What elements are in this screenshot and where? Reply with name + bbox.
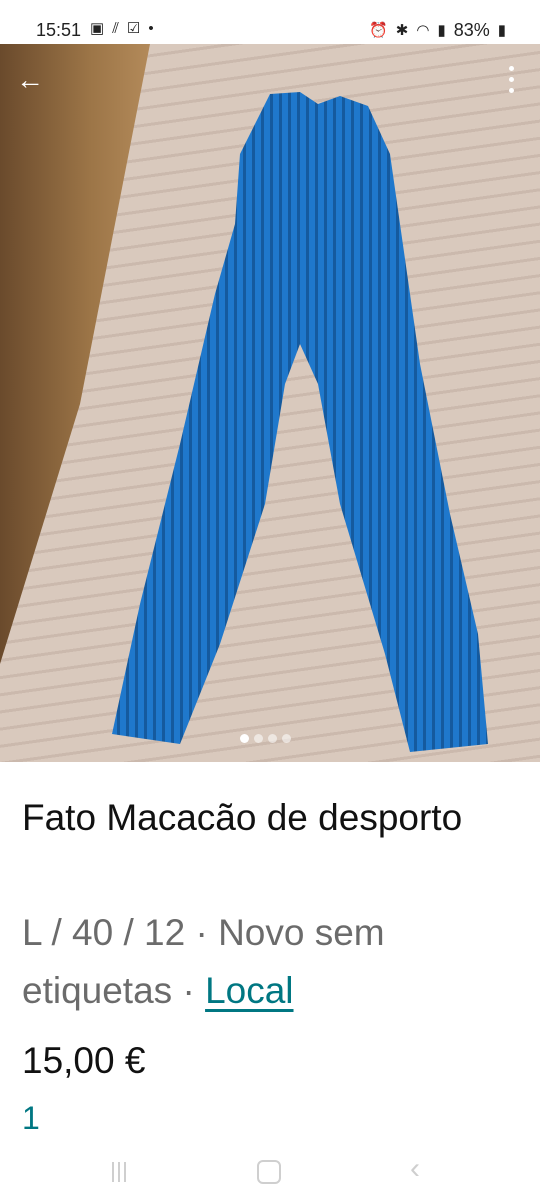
more-options-icon[interactable] [506,66,516,96]
alarm-icon: ⏰ [369,21,388,39]
gallery-dot [282,734,291,743]
checkbox-icon: ☑ [126,20,141,37]
nav-back-icon[interactable]: ‹ [410,1154,420,1184]
gallery-indicator [240,734,291,743]
wifi-icon: ◠ [416,21,430,39]
listing-count[interactable]: 1 [22,1100,40,1137]
battery-icon: ▮ [497,21,506,39]
cast-icon: ⫽ [112,20,119,37]
gallery-dot [254,734,263,743]
location-link[interactable]: Local [205,970,293,1011]
battery-percentage: 83% [453,20,490,40]
status-notification-icons: ▣ ⫽ ☑ • [90,20,154,38]
image-icon: ▣ [90,20,105,37]
signal-icon: ▮ [437,21,446,39]
dot-icon: • [148,20,154,37]
gallery-dot [268,734,277,743]
recent-apps-icon[interactable] [108,1162,130,1182]
home-icon[interactable] [257,1160,281,1184]
status-bar: 15:51 ▣ ⫽ ☑ • ⏰ ✱ ◠ ▮ 83% ▮ [0,0,540,44]
listing-attributes: L / 40 / 12 · Novo sem etiquetas · [22,912,385,1011]
status-system-icons: ⏰ ✱ ◠ ▮ 83% ▮ [369,20,506,41]
listing-details: L / 40 / 12 · Novo sem etiquetas · Local [22,904,522,1020]
gallery-dot [240,734,249,743]
listing-title: Fato Macacão de desporto [22,797,463,838]
back-arrow-icon[interactable]: ← [16,66,44,94]
product-photo[interactable]: ← [0,44,540,762]
system-nav-bar: ‹ [0,1150,540,1200]
jumpsuit-image [112,92,488,752]
listing-price: 15,00 € [22,1040,146,1081]
status-time: 15:51 [36,20,82,40]
bluetooth-icon: ✱ [395,21,409,39]
